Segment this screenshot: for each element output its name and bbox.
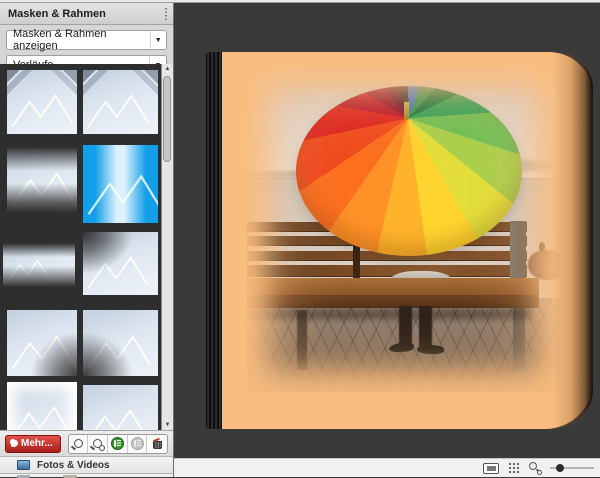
photo-bird [539, 242, 545, 251]
bench-shadow [247, 308, 533, 320]
mountain-placeholder-icon [87, 254, 148, 291]
mask-filter-dropdown[interactable]: Masken & Rahmen anzeigen ▼ [6, 30, 167, 50]
status-bar [174, 458, 600, 477]
person-leg [419, 306, 432, 348]
panel-title: Masken & Rahmen [8, 8, 106, 20]
rainbow-umbrella [296, 86, 522, 256]
panel-header: Masken & Rahmen [0, 3, 173, 25]
masks-frames-panel: Masken & Rahmen Masken & Rahmen anzeigen… [0, 3, 174, 477]
mountain-placeholder-icon [11, 92, 73, 129]
mask-thumbnail-plain[interactable] [83, 385, 158, 430]
page-stack-edge [206, 52, 223, 429]
bench-seat [247, 278, 539, 295]
mountain-placeholder-icon [11, 333, 75, 371]
mask-thumbnail-corner-br[interactable] [7, 310, 77, 376]
zoom-slider-knob[interactable] [556, 464, 564, 472]
photobook-page[interactable] [222, 52, 593, 429]
mask-action-buttons [68, 434, 168, 454]
chevron-down-icon[interactable]: ▼ [150, 31, 166, 49]
mask-thumbnail-corner-bl[interactable] [83, 310, 158, 376]
mountain-placeholder-icon [87, 333, 151, 371]
mask-thumbnail-stripes-2[interactable] [83, 70, 158, 134]
accordion-fotos-videos[interactable]: Fotos & Videos [0, 456, 173, 473]
bench-seat-front [247, 295, 539, 308]
photos-icon [17, 460, 30, 470]
mountain-placeholder-icon [11, 404, 71, 430]
thumbs-up-green-icon [111, 437, 124, 450]
mask-thumbnail-horizontal-bands[interactable] [3, 243, 75, 287]
scrollbar-thumb[interactable] [163, 76, 171, 162]
bench-back-slat [247, 265, 527, 277]
zoom-magnifier-icon[interactable] [529, 462, 541, 474]
trash-icon [153, 438, 162, 449]
mask-thumbnail-stripes-1[interactable] [7, 70, 77, 134]
preview-mask-button[interactable] [69, 435, 89, 453]
zoom-slider[interactable] [550, 462, 594, 474]
mask-thumbnail-selected-gradient[interactable] [83, 145, 158, 223]
panel-toolbar: Mehr... [0, 430, 173, 456]
mask-filter-value: Masken & Rahmen anzeigen [13, 28, 150, 52]
photo-rock [528, 250, 560, 280]
scroll-up-icon[interactable]: ▲ [162, 64, 173, 74]
magnifier-icon [74, 439, 83, 448]
magnifier-badge-icon [93, 439, 102, 448]
mountain-placeholder-icon [87, 92, 149, 129]
mask-thumbnail-corner-tl[interactable] [83, 232, 158, 295]
fotos-videos-label: Fotos & Videos [37, 460, 110, 471]
mountain-placeholder-icon [87, 172, 158, 217]
thumbs-up-gray-icon [131, 437, 144, 450]
more-button-label: Mehr... [21, 438, 53, 449]
approve-button[interactable] [108, 435, 128, 453]
photobook-editor: { "panel": { "title": "Masken & Rahmen",… [0, 0, 600, 477]
photo-object[interactable] [247, 66, 560, 392]
delete-button[interactable] [147, 435, 167, 453]
approve-disabled-button [128, 435, 148, 453]
more-button[interactable]: Mehr... [5, 435, 61, 453]
mountain-placeholder-icon [11, 170, 75, 208]
mountain-placeholder-icon [7, 258, 50, 284]
panel-scrollbar[interactable]: ▲ ▼ [161, 64, 173, 430]
mask-thumbnail-vertical-blur[interactable] [7, 147, 77, 213]
editor-canvas[interactable] [174, 3, 600, 458]
single-page-view-icon[interactable] [483, 463, 499, 474]
umbrella-tip [404, 101, 409, 120]
preview-frame-button[interactable] [88, 435, 108, 453]
accordion-next-section-partial[interactable] [0, 473, 173, 477]
more-button-icon [11, 440, 18, 447]
mountain-placeholder-icon [87, 407, 147, 430]
mask-thumbnail-white-vignette[interactable] [7, 382, 77, 430]
mask-thumbnail-grid: ▲ ▼ [0, 64, 173, 430]
panel-grip-icon[interactable] [164, 7, 168, 21]
scroll-down-icon[interactable]: ▼ [162, 420, 173, 430]
grid-view-icon[interactable] [508, 462, 520, 474]
